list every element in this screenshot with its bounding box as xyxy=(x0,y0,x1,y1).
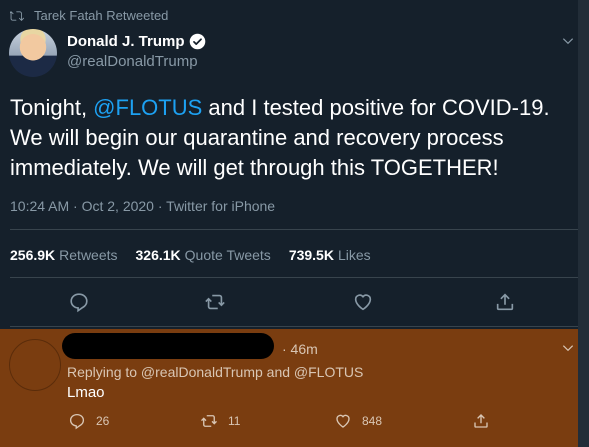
verified-icon xyxy=(189,33,205,50)
quote-tweets-stat[interactable]: 326.1K Quote Tweets xyxy=(136,247,271,263)
likes-count: 739.5K xyxy=(288,247,334,263)
chevron-down-icon[interactable] xyxy=(561,34,575,48)
reply-text: Lmao xyxy=(67,384,105,401)
retweet-icon xyxy=(201,415,217,427)
reply-timestamp[interactable]: · 46m xyxy=(282,341,318,357)
reply-like-action[interactable]: 848 xyxy=(334,412,382,430)
share-icon[interactable] xyxy=(494,291,516,313)
retweet-icon xyxy=(10,10,24,21)
tweet-stats: 256.9K Retweets 326.1K Quote Tweets 739.5K… xyxy=(10,247,371,263)
tweet-text-part1: Tonight, xyxy=(10,95,94,120)
reply-icon[interactable] xyxy=(68,291,90,313)
author-avatar[interactable] xyxy=(9,29,57,77)
redaction-scribble xyxy=(62,333,274,359)
author-block: Donald J. Trump @realDonaldTrump xyxy=(67,33,206,70)
retweet-icon[interactable] xyxy=(204,291,226,313)
retweets-label: Retweets xyxy=(59,247,118,263)
like-icon xyxy=(336,414,350,428)
divider xyxy=(10,229,579,230)
retweet-header-label[interactable]: Tarek Fatah Retweeted xyxy=(34,8,168,23)
replying-to: Replying to @realDonaldTrump and @FLOTUS xyxy=(67,364,364,380)
reply-reply-count: 26 xyxy=(96,414,110,428)
scrollbar[interactable] xyxy=(578,0,589,447)
reply-reply-action[interactable]: 26 xyxy=(68,412,109,430)
tweet-meta[interactable]: 10:24 AM · Oct 2, 2020 · Twitter for iPh… xyxy=(10,198,275,214)
retweets-count: 256.9K xyxy=(10,247,56,263)
reply-retweet-count: 11 xyxy=(228,414,241,428)
reply-share-action[interactable] xyxy=(472,412,490,430)
quote-tweets-label: Quote Tweets xyxy=(184,247,271,263)
tweet-text: Tonight, @FLOTUS and I tested positive f… xyxy=(10,93,570,183)
mention-link[interactable]: @FLOTUS xyxy=(93,95,202,120)
reply-retweet-action[interactable]: 11 xyxy=(200,412,240,430)
divider xyxy=(10,277,579,278)
likes-stat[interactable]: 739.5K Likes xyxy=(289,247,371,263)
reply-avatar[interactable] xyxy=(9,339,61,391)
divider xyxy=(10,326,579,327)
author-name[interactable]: Donald J. Trump xyxy=(67,33,185,50)
retweet-header: Tarek Fatah Retweeted xyxy=(10,8,168,23)
share-icon xyxy=(474,414,488,428)
retweets-stat[interactable]: 256.9K Retweets xyxy=(10,247,118,263)
likes-label: Likes xyxy=(337,247,371,263)
chevron-down-icon[interactable] xyxy=(561,341,575,355)
reply-icon xyxy=(69,413,85,430)
tweet-actions xyxy=(0,291,589,319)
author-handle[interactable]: @realDonaldTrump xyxy=(67,53,206,70)
reply-like-count: 848 xyxy=(362,414,383,428)
quote-tweets-count: 326.1K xyxy=(135,247,181,263)
like-icon[interactable] xyxy=(352,291,374,313)
